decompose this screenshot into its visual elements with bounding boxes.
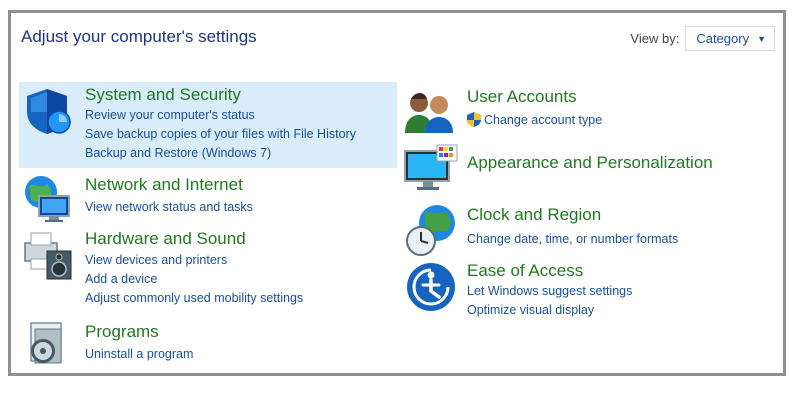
link-devices-printers[interactable]: View devices and printers — [85, 251, 303, 270]
monitor-palette-icon — [403, 143, 461, 200]
category-network-and-internet[interactable]: Network and Internet View network status… — [19, 172, 397, 222]
link-mobility-settings[interactable]: Adjust commonly used mobility settings — [85, 289, 303, 308]
link-change-account-type-row[interactable]: Change account type — [467, 111, 602, 133]
link-network-status[interactable]: View network status and tasks — [85, 198, 253, 217]
category-title[interactable]: Appearance and Personalization — [467, 153, 713, 173]
category-ease-of-access[interactable]: Ease of Access Let Windows suggest setti… — [401, 259, 771, 323]
programs-disc-icon — [21, 319, 77, 372]
link-optimize-visual[interactable]: Optimize visual display — [467, 301, 632, 320]
view-by-dropdown[interactable]: Category ▼ — [685, 26, 775, 51]
clock-globe-icon — [403, 203, 461, 264]
printer-speaker-icon — [21, 229, 77, 286]
link-review-status[interactable]: Review your computer's status — [85, 106, 356, 125]
category-user-accounts[interactable]: User Accounts Change account type — [401, 85, 771, 137]
view-by-value: Category — [696, 31, 750, 46]
link-file-history[interactable]: Save backup copies of your files with Fi… — [85, 125, 356, 144]
ease-of-access-icon — [405, 261, 457, 318]
chevron-down-icon: ▼ — [757, 33, 766, 44]
shield-icon — [23, 86, 75, 141]
category-title[interactable]: Programs — [85, 322, 159, 342]
link-backup-restore[interactable]: Backup and Restore (Windows 7) — [85, 144, 356, 163]
link-change-account-type[interactable]: Change account type — [484, 113, 602, 127]
network-globe-icon — [21, 174, 77, 229]
control-panel-window: Adjust your computer's settings View by:… — [8, 10, 786, 376]
link-uninstall-program[interactable]: Uninstall a program — [85, 345, 193, 364]
category-clock-and-region[interactable]: Clock and Region Change date, time, or n… — [401, 203, 771, 259]
category-title[interactable]: System and Security — [85, 85, 241, 105]
category-title[interactable]: Clock and Region — [467, 205, 601, 225]
category-system-and-security[interactable]: System and Security Review your computer… — [19, 82, 397, 168]
category-title[interactable]: Network and Internet — [85, 175, 243, 195]
view-by-control: View by: Category ▼ — [630, 26, 775, 51]
category-programs[interactable]: Programs Uninstall a program — [19, 319, 397, 369]
category-appearance-and-personalization[interactable]: Appearance and Personalization — [401, 141, 771, 197]
users-icon — [403, 89, 459, 140]
link-add-device[interactable]: Add a device — [85, 270, 303, 289]
page-title: Adjust your computer's settings — [21, 27, 257, 46]
category-hardware-and-sound[interactable]: Hardware and Sound View devices and prin… — [19, 227, 397, 305]
view-by-label: View by: — [630, 31, 680, 46]
uac-shield-icon — [467, 112, 481, 133]
category-title[interactable]: Ease of Access — [467, 261, 583, 281]
link-change-date-time[interactable]: Change date, time, or number formats — [467, 230, 678, 249]
category-title[interactable]: User Accounts — [467, 87, 577, 107]
category-title[interactable]: Hardware and Sound — [85, 229, 246, 249]
link-windows-suggest[interactable]: Let Windows suggest settings — [467, 282, 632, 301]
